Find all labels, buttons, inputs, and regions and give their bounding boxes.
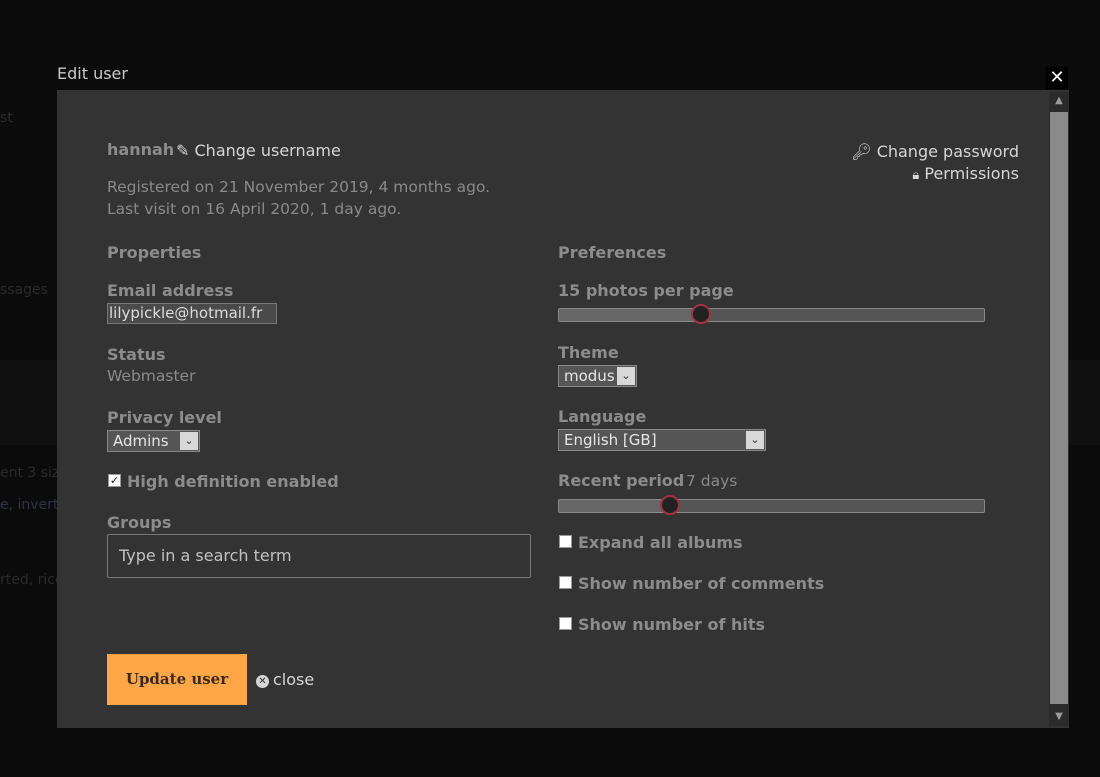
privacy-label: Privacy level	[107, 408, 222, 427]
groups-search-input[interactable]: Type in a search term	[107, 534, 531, 578]
change-username-link[interactable]: ✎ Change username	[176, 141, 341, 160]
scroll-up-icon[interactable]: ▲	[1049, 92, 1069, 110]
email-field[interactable]: lilypickle@hotmail.fr	[107, 303, 277, 324]
lock-icon: 🔒︎	[912, 168, 920, 183]
preferences-heading: Preferences	[558, 243, 667, 262]
groups-label: Groups	[107, 513, 172, 532]
status-label: Status	[107, 345, 166, 364]
user-meta: Registered on 21 November 2019, 4 months…	[107, 176, 490, 220]
hd-checkbox[interactable]: ✓	[108, 474, 121, 487]
permissions-link[interactable]: 🔒︎ Permissions	[851, 163, 1019, 187]
language-select[interactable]: English [GB] ⌄	[558, 429, 766, 451]
dialog-title: Edit user	[57, 64, 128, 83]
key-icon: 🔑︎	[851, 142, 872, 161]
change-password-label: Change password	[876, 142, 1019, 161]
registered-text: Registered on 21 November 2019, 4 months…	[107, 178, 491, 196]
chevron-down-icon: ⌄	[180, 432, 198, 450]
slider-handle[interactable]	[691, 304, 712, 324]
background-text: rted, rico	[0, 572, 64, 588]
chevron-down-icon: ⌄	[746, 431, 764, 449]
privacy-selected-value: Admins	[113, 432, 169, 450]
status-value: Webmaster	[107, 367, 196, 385]
scrollbar[interactable]: ▲ ▼	[1049, 92, 1069, 726]
background-text: st	[0, 110, 13, 126]
pencil-icon: ✎	[176, 141, 190, 160]
language-selected-value: English [GB]	[564, 431, 657, 449]
show-comments-checkbox[interactable]	[559, 576, 572, 589]
change-password-link[interactable]: 🔑︎ Change password	[851, 141, 1019, 163]
scroll-down-icon[interactable]: ▼	[1049, 708, 1069, 726]
expand-albums-label: Expand all albums	[578, 533, 743, 552]
permissions-label: Permissions	[924, 164, 1019, 183]
slider-handle[interactable]	[660, 495, 681, 515]
email-label: Email address	[107, 281, 234, 300]
recent-period-slider[interactable]	[558, 495, 985, 515]
last-visit-text: Last visit on 16 April 2020, 1 day ago.	[107, 200, 402, 218]
photos-per-page-slider[interactable]	[558, 304, 985, 324]
account-links: 🔑︎ Change password 🔒︎ Permissions	[851, 141, 1019, 187]
theme-label: Theme	[558, 343, 619, 362]
hd-label: High definition enabled	[127, 472, 339, 491]
slider-fill	[559, 309, 702, 321]
recent-period-value: 7 days	[686, 472, 738, 490]
expand-albums-checkbox[interactable]	[559, 535, 572, 548]
chevron-down-icon: ⌄	[617, 367, 635, 385]
photos-per-page-label: 15 photos per page	[558, 281, 734, 300]
show-hits-label: Show number of hits	[578, 615, 766, 634]
language-label: Language	[558, 407, 647, 426]
username: hannah	[107, 140, 175, 159]
properties-heading: Properties	[107, 243, 202, 262]
privacy-select[interactable]: Admins ⌄	[107, 430, 200, 452]
close-icon[interactable]: ✕	[1046, 67, 1068, 89]
show-hits-checkbox[interactable]	[559, 617, 572, 630]
slider-fill	[559, 500, 671, 512]
change-username-label: Change username	[194, 141, 341, 160]
update-user-button[interactable]: Update user	[107, 654, 247, 705]
circle-x-icon: ✕	[256, 675, 269, 688]
theme-selected-value: modus	[564, 367, 615, 385]
background-text: e, invert	[0, 497, 59, 513]
close-label: close	[273, 670, 315, 689]
background-text: ssages	[0, 282, 48, 298]
close-link[interactable]: ✕ close	[256, 670, 314, 689]
scroll-thumb[interactable]	[1050, 112, 1068, 704]
recent-period-label: Recent period	[558, 471, 685, 490]
theme-select[interactable]: modus ⌄	[558, 365, 637, 387]
show-comments-label: Show number of comments	[578, 574, 825, 593]
